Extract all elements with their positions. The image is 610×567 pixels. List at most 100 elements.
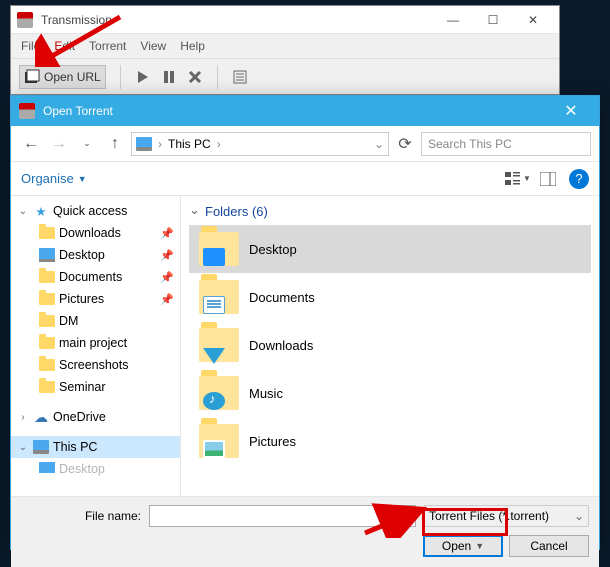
close-button[interactable]: ✕ bbox=[513, 6, 553, 33]
folder-icon bbox=[199, 232, 239, 266]
tree-label: This PC bbox=[53, 440, 97, 454]
tree-dm[interactable]: DM bbox=[11, 310, 180, 332]
tree-desktop[interactable]: Desktop 📌 bbox=[11, 244, 180, 266]
folder-icon bbox=[199, 376, 239, 410]
menu-edit[interactable]: Edit bbox=[54, 39, 75, 53]
folder-icon bbox=[39, 293, 55, 305]
toolbar-separator bbox=[120, 65, 121, 89]
view-options-button[interactable]: ▼ bbox=[503, 167, 533, 191]
dialog-title: Open Torrent bbox=[43, 104, 551, 118]
file-type-filter[interactable]: Torrent Files (*.torrent) ⌄ bbox=[424, 505, 589, 527]
address-dropdown-icon[interactable]: ⌄ bbox=[374, 137, 384, 151]
open-button[interactable]: Open ▼ bbox=[423, 535, 503, 557]
tree-documents[interactable]: Documents 📌 bbox=[11, 266, 180, 288]
open-torrent-dialog: Open Torrent ✕ ← → ⌄ ↑ › This PC › ⌄ ⟳ S… bbox=[10, 95, 600, 550]
tree-label: Quick access bbox=[53, 204, 127, 218]
folder-item-downloads[interactable]: Downloads bbox=[189, 321, 591, 369]
expand-icon[interactable]: ⌄ bbox=[17, 442, 29, 453]
breadcrumb-chevron-icon[interactable]: › bbox=[158, 137, 162, 151]
menu-torrent[interactable]: Torrent bbox=[89, 39, 126, 53]
folder-label: Pictures bbox=[249, 434, 296, 449]
refresh-button[interactable]: ⟳ bbox=[393, 132, 417, 156]
transmission-titlebar[interactable]: Transmission — ☐ ✕ bbox=[11, 6, 559, 34]
folder-icon bbox=[39, 271, 55, 283]
folder-label: Documents bbox=[249, 290, 315, 305]
folder-icon bbox=[39, 227, 55, 239]
play-icon[interactable] bbox=[135, 69, 151, 85]
transmission-menu-bar: File Edit Torrent View Help bbox=[11, 34, 559, 58]
help-button[interactable]: ? bbox=[569, 169, 589, 189]
menu-view[interactable]: View bbox=[140, 39, 166, 53]
quick-access-icon: ★ bbox=[33, 203, 49, 219]
nav-back-button[interactable]: ← bbox=[19, 132, 43, 156]
open-url-label: Open URL bbox=[44, 70, 101, 84]
tree-downloads[interactable]: Downloads 📌 bbox=[11, 222, 180, 244]
filter-label: Torrent Files (*.torrent) bbox=[429, 509, 549, 523]
properties-icon[interactable] bbox=[232, 69, 248, 85]
documents-overlay-icon bbox=[203, 296, 225, 314]
tree-pictures[interactable]: Pictures 📌 bbox=[11, 288, 180, 310]
address-bar[interactable]: › This PC › ⌄ bbox=[131, 132, 389, 156]
onedrive-icon: ☁ bbox=[33, 409, 49, 425]
dialog-titlebar[interactable]: Open Torrent ✕ bbox=[11, 96, 599, 126]
dropdown-icon: ⌄ bbox=[574, 509, 584, 523]
transmission-toolbar: Open URL bbox=[11, 58, 559, 94]
tree-label: Seminar bbox=[59, 380, 106, 394]
desktop-icon bbox=[39, 248, 55, 262]
expand-icon[interactable]: ⌄ bbox=[17, 206, 29, 217]
tree-quick-access[interactable]: ⌄ ★ Quick access bbox=[11, 200, 180, 222]
pause-icon[interactable] bbox=[161, 69, 177, 85]
tree-label: Desktop bbox=[59, 462, 105, 476]
file-name-input[interactable] bbox=[149, 505, 416, 527]
dialog-toolbar: Organise ▼ ▼ ? bbox=[11, 162, 599, 196]
tree-main-project[interactable]: main project bbox=[11, 332, 180, 354]
organise-label: Organise bbox=[21, 171, 74, 186]
tree-seminar[interactable]: Seminar bbox=[11, 376, 180, 398]
preview-pane-button[interactable] bbox=[533, 167, 563, 191]
breadcrumb-this-pc[interactable]: This PC bbox=[168, 137, 211, 151]
folder-item-documents[interactable]: Documents bbox=[189, 273, 591, 321]
open-url-icon bbox=[24, 69, 40, 85]
minimize-button[interactable]: — bbox=[433, 6, 473, 33]
search-input[interactable]: Search This PC bbox=[421, 132, 591, 156]
breadcrumb-chevron-icon[interactable]: › bbox=[217, 137, 221, 151]
tree-label: Screenshots bbox=[59, 358, 128, 372]
dialog-close-button[interactable]: ✕ bbox=[551, 101, 591, 121]
pin-icon: 📌 bbox=[160, 249, 174, 262]
pin-icon: 📌 bbox=[160, 227, 174, 240]
open-url-button[interactable]: Open URL bbox=[19, 65, 106, 89]
tree-label: main project bbox=[59, 336, 127, 350]
dialog-app-icon bbox=[19, 103, 35, 119]
nav-forward-button[interactable]: → bbox=[47, 132, 71, 156]
tree-screenshots[interactable]: Screenshots bbox=[11, 354, 180, 376]
expand-icon[interactable]: › bbox=[17, 412, 29, 423]
tree-label: Desktop bbox=[59, 248, 105, 262]
folder-label: Downloads bbox=[249, 338, 313, 353]
maximize-button[interactable]: ☐ bbox=[473, 6, 513, 33]
folder-icon bbox=[39, 359, 55, 371]
folders-header[interactable]: Folders (6) bbox=[189, 200, 591, 225]
tree-label: DM bbox=[59, 314, 78, 328]
split-dropdown-icon[interactable]: ▼ bbox=[475, 541, 484, 551]
this-pc-icon bbox=[136, 137, 152, 151]
cancel-button[interactable]: Cancel bbox=[509, 535, 589, 557]
file-name-label: File name: bbox=[21, 509, 141, 523]
folder-icon bbox=[199, 424, 239, 458]
folder-item-pictures[interactable]: Pictures bbox=[189, 417, 591, 465]
nav-up-button[interactable]: ↑ bbox=[103, 132, 127, 156]
organise-button[interactable]: Organise ▼ bbox=[21, 171, 87, 186]
navigation-tree: ⌄ ★ Quick access Downloads 📌 Desktop 📌 D… bbox=[11, 196, 181, 496]
remove-icon[interactable] bbox=[187, 69, 203, 85]
tree-this-pc[interactable]: ⌄ This PC bbox=[11, 436, 180, 458]
menu-help[interactable]: Help bbox=[180, 39, 205, 53]
folder-label: Music bbox=[249, 386, 283, 401]
folder-icon bbox=[199, 280, 239, 314]
tree-desktop-2[interactable]: Desktop bbox=[11, 458, 180, 480]
folder-item-desktop[interactable]: Desktop bbox=[189, 225, 591, 273]
search-placeholder: Search This PC bbox=[428, 137, 512, 151]
folder-item-music[interactable]: Music bbox=[189, 369, 591, 417]
folder-label: Desktop bbox=[249, 242, 297, 257]
menu-file[interactable]: File bbox=[21, 39, 40, 53]
nav-recent-button[interactable]: ⌄ bbox=[75, 132, 99, 156]
tree-onedrive[interactable]: › ☁ OneDrive bbox=[11, 406, 180, 428]
